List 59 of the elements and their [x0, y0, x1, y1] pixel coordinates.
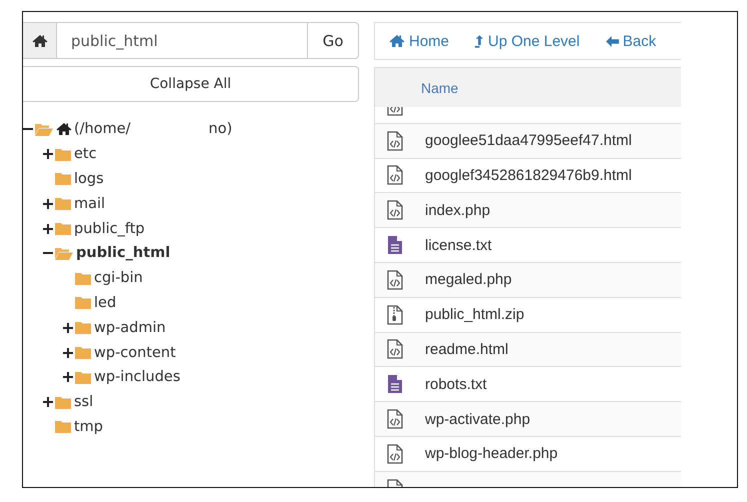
left-arrow-icon — [606, 36, 619, 46]
up-arrow-icon — [475, 34, 484, 48]
folder-icon — [55, 148, 71, 161]
text-file-icon — [387, 374, 403, 394]
home-icon — [32, 34, 48, 48]
file-name[interactable]: readme.html — [425, 340, 508, 358]
file-name[interactable]: robots.txt — [425, 376, 487, 393]
file-name[interactable]: wp-activate.php — [425, 410, 530, 428]
folder-label[interactable]: led — [94, 294, 116, 311]
path-field[interactable]: public_html — [57, 22, 307, 59]
folder-label[interactable]: wp-admin — [94, 320, 166, 336]
folder-icon — [55, 396, 71, 409]
file-name[interactable]: license.txt — [425, 236, 492, 254]
folder-label[interactable]: etc — [74, 146, 97, 162]
folder-label[interactable]: public_ftp — [74, 220, 145, 237]
folder-label[interactable]: public_html — [76, 245, 170, 262]
file-name[interactable]: megaled.php — [425, 271, 512, 288]
folder-label[interactable]: no) — [208, 121, 232, 138]
folder-icon — [75, 296, 91, 310]
folder-icon — [55, 420, 71, 434]
folder-label[interactable]: mail — [74, 196, 106, 212]
folder-icon — [75, 272, 91, 285]
expand-icon[interactable] — [43, 224, 53, 234]
folder-label[interactable]: wp-includes — [94, 369, 180, 386]
expand-icon[interactable] — [43, 198, 53, 209]
folder-label[interactable]: cgi-bin — [94, 270, 143, 286]
folder-icon — [55, 172, 71, 186]
folder-icon — [55, 197, 71, 210]
folder-label[interactable]: ssl — [74, 394, 94, 410]
toolbar-button[interactable]: Home — [389, 32, 450, 50]
file-name[interactable]: wp-blog-header.php — [425, 445, 558, 462]
open-folder-icon — [55, 246, 73, 260]
home-button[interactable] — [23, 22, 57, 59]
home-icon — [56, 122, 72, 136]
folder-icon — [75, 346, 91, 360]
expand-icon[interactable] — [63, 322, 73, 333]
expand-icon[interactable] — [63, 348, 73, 358]
folder-icon — [55, 222, 71, 236]
expand-icon[interactable] — [63, 372, 73, 382]
home-icon — [389, 34, 405, 48]
open-folder-icon — [35, 122, 53, 136]
folder-icon — [75, 370, 91, 384]
expand-icon[interactable] — [43, 397, 53, 408]
column-header[interactable]: Name — [421, 80, 458, 96]
file-name[interactable]: index.php — [425, 202, 490, 219]
toolbar-button[interactable]: Up One Level — [475, 32, 580, 50]
folder-label[interactable]: tmp — [74, 418, 104, 435]
collapse-all-button[interactable]: Collapse All — [23, 66, 359, 102]
folder-label[interactable]: wp-content — [94, 344, 176, 361]
folder-label[interactable]: (/home/ — [74, 121, 131, 138]
toolbar-button[interactable]: Back — [606, 32, 656, 50]
expand-icon[interactable] — [43, 149, 53, 160]
file-name[interactable]: public_html.zip — [425, 306, 524, 324]
text-file-icon — [387, 235, 403, 256]
file-name[interactable]: googlef3452861829476b9.html — [425, 166, 632, 184]
folder-label[interactable]: logs — [74, 170, 104, 187]
go-button[interactable]: Go — [307, 22, 359, 59]
folder-icon — [75, 321, 91, 334]
zip-file-icon — [387, 304, 403, 325]
